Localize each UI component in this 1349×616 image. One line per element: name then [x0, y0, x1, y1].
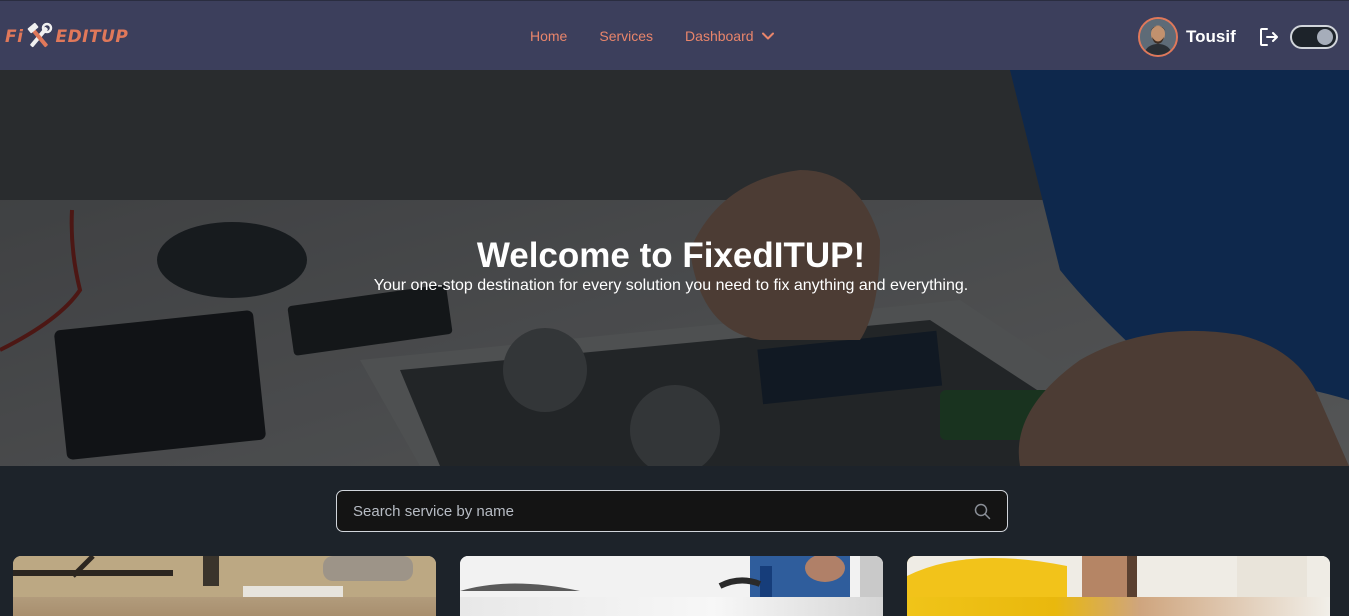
- wrench-hammer-icon: [28, 22, 53, 48]
- chevron-down-icon: [761, 32, 774, 40]
- logo-prefix: Fi: [5, 27, 24, 47]
- service-card-image: [13, 556, 436, 597]
- avatar-portrait: [1140, 19, 1176, 55]
- search-input[interactable]: [337, 491, 957, 531]
- username: Tousif: [1186, 27, 1236, 46]
- search-icon[interactable]: [974, 503, 991, 520]
- service-card[interactable]: [13, 556, 436, 616]
- service-card[interactable]: [460, 556, 883, 616]
- nav-home-link[interactable]: Home: [530, 28, 567, 44]
- service-card-image: [907, 556, 1330, 597]
- hero-subtitle: Your one-stop destination for every solu…: [373, 277, 969, 294]
- logo-suffix: EDITUP: [55, 27, 129, 47]
- nav-dashboard-dropdown[interactable]: Dashboard: [685, 28, 774, 44]
- user-profile[interactable]: Tousif: [1138, 17, 1236, 57]
- hero-banner: Welcome to FixedITUP! Your one-stop dest…: [0, 70, 1349, 466]
- service-card[interactable]: [907, 556, 1330, 616]
- nav-dashboard-label: Dashboard: [685, 28, 754, 44]
- hero-title: Welcome to FixedITUP!: [476, 236, 866, 275]
- avatar[interactable]: [1138, 17, 1178, 57]
- service-card-image: [460, 556, 883, 597]
- toggle-knob: [1317, 29, 1333, 45]
- nav-links: Home Services Dashboard: [530, 28, 774, 44]
- site-logo[interactable]: Fi EDITUP: [5, 21, 128, 53]
- nav-services-link[interactable]: Services: [599, 28, 653, 44]
- logout-icon[interactable]: [1258, 26, 1280, 48]
- navbar: Fi EDITUP Home Services Dashboard Tousif: [0, 0, 1349, 70]
- search-bar: [336, 490, 1008, 532]
- theme-toggle[interactable]: [1290, 25, 1338, 49]
